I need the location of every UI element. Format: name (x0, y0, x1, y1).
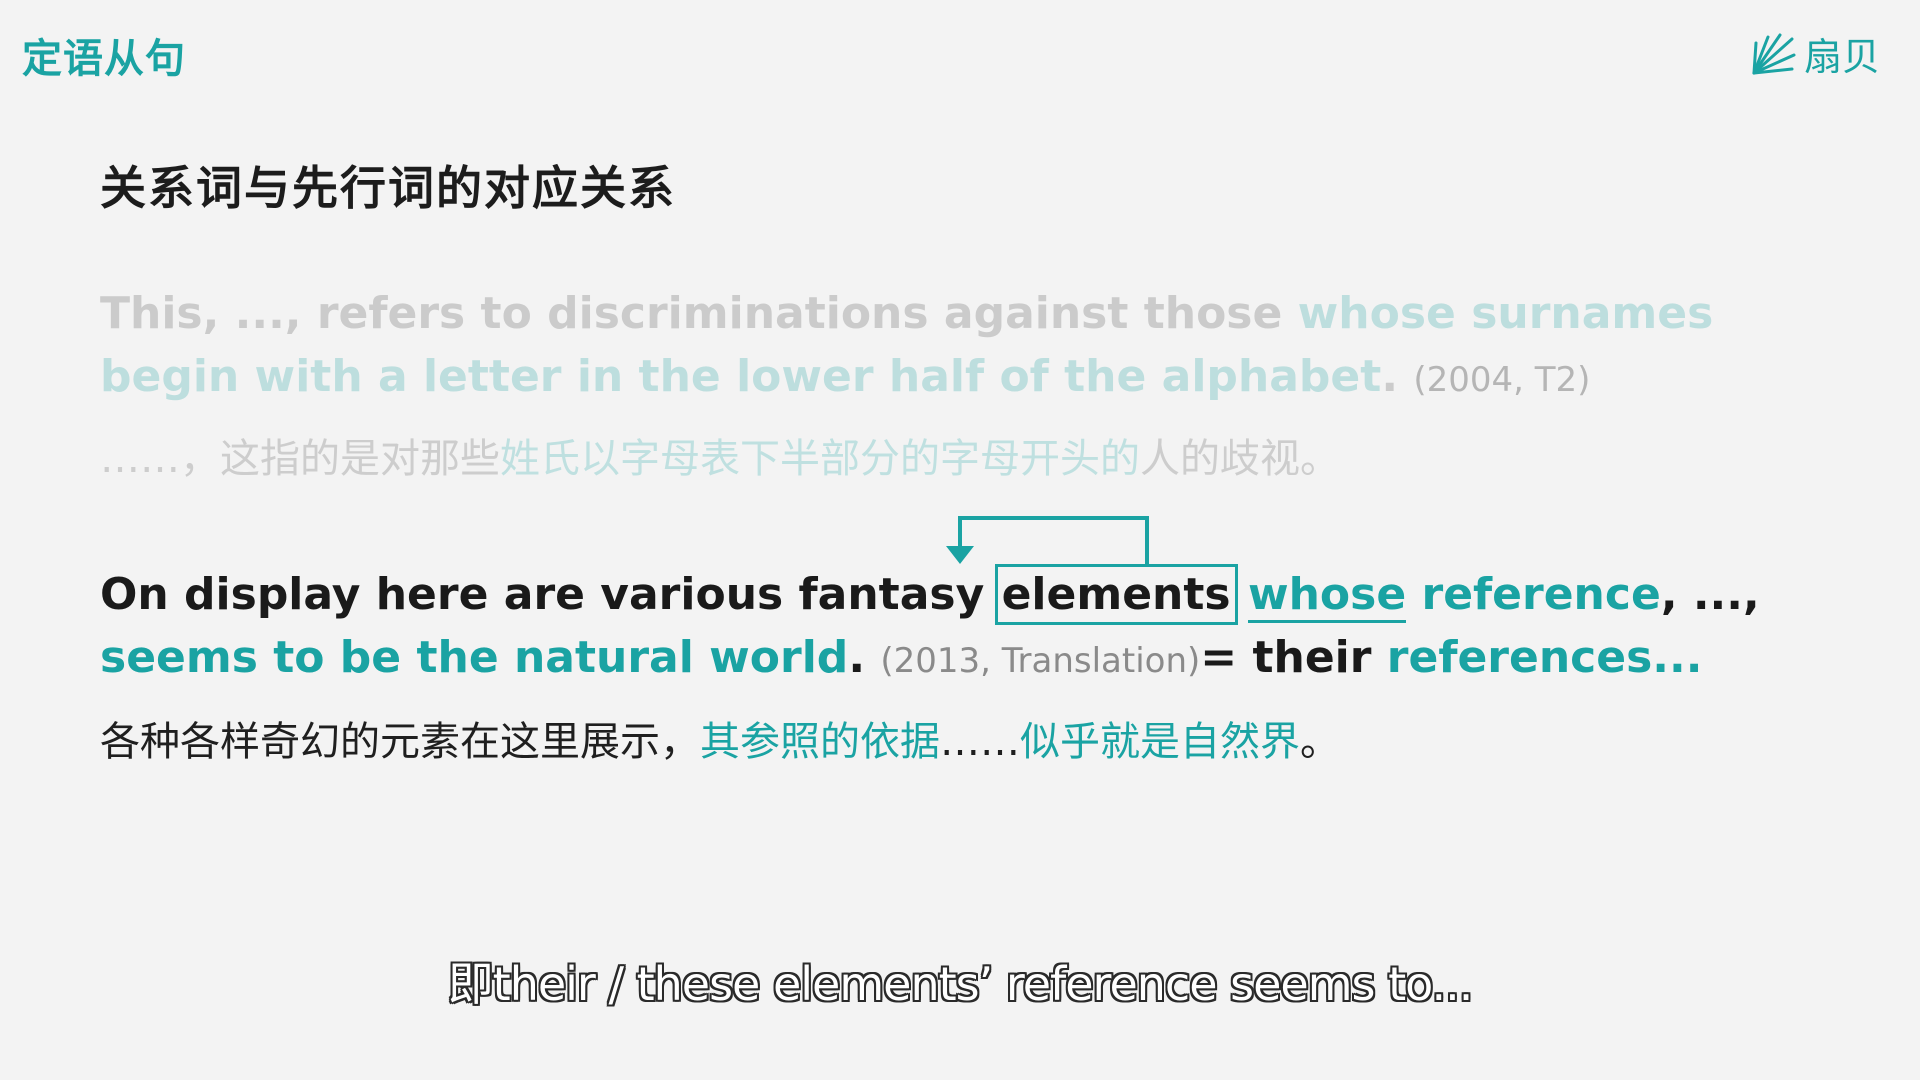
active-chinese-line: 各种各样奇幻的元素在这里展示，其参照的依据……似乎就是自然界。 (100, 709, 1580, 767)
active-zh-highlight: 其参照的依据 (700, 719, 940, 765)
active-zh-highlight: 似乎就是自然界 (1020, 719, 1300, 765)
active-text: On display here are various fantasy (100, 569, 1000, 620)
topic-label: 定语从句 (22, 36, 186, 82)
faded-example: This, ..., refers to discriminations aga… (100, 282, 1713, 484)
faded-text: . (1381, 351, 1414, 402)
faded-chinese-line: ……，这指的是对那些姓氏以字母表下半部分的字母开头的人的歧视。 (100, 426, 1540, 484)
faded-zh-highlight: 姓氏以字母表下半部分的字母开头的 (500, 436, 1140, 482)
faded-source: (2004, T2) (1413, 360, 1591, 400)
brand-logo: 扇贝 (1748, 26, 1880, 81)
active-zh-text: 。 (1300, 719, 1340, 765)
logo-text: 扇贝 (1804, 35, 1881, 79)
faded-highlight: begin with a letter in the lower half of… (100, 351, 1382, 402)
active-english-line-1: On display here are various fantasy elem… (100, 563, 1760, 626)
relative-word: whose (1247, 569, 1407, 623)
slide-title: 关系词与先行词的对应关系 (100, 161, 676, 215)
video-subtitle: 即their / these elements’ reference seems… (447, 957, 1474, 1011)
active-text: , ..., (1660, 569, 1760, 620)
faded-highlight: whose surnames (1297, 288, 1714, 339)
antecedent-box: elements (994, 564, 1238, 625)
active-source: (2013, Translation) (880, 641, 1201, 681)
active-text: . (848, 632, 881, 683)
faded-text: This, ..., refers to discriminations aga… (100, 288, 1298, 339)
active-zh-text: 各种各样奇幻的元素在这里展示， (100, 719, 700, 765)
equals-highlight: references... (1386, 632, 1703, 683)
reference-arrow (946, 516, 1149, 566)
active-english-line-2: seems to be the natural world. (2013, Tr… (100, 626, 1702, 693)
shell-rays-icon (1752, 33, 1796, 74)
equals-text: = their (1200, 632, 1387, 683)
active-highlight: reference (1406, 569, 1661, 620)
faded-zh-text: ……，这指的是对那些 (100, 436, 500, 482)
active-example: On display here are various fantasy elem… (100, 563, 1760, 767)
faded-english-line-1: This, ..., refers to discriminations aga… (100, 282, 1713, 345)
faded-english-line-2: begin with a letter in the lower half of… (100, 345, 1590, 412)
active-zh-text: …… (940, 719, 1020, 765)
active-highlight: seems to be the natural world (100, 632, 849, 683)
arrow-head (946, 546, 974, 564)
faded-zh-text: 人的歧视。 (1140, 436, 1340, 482)
